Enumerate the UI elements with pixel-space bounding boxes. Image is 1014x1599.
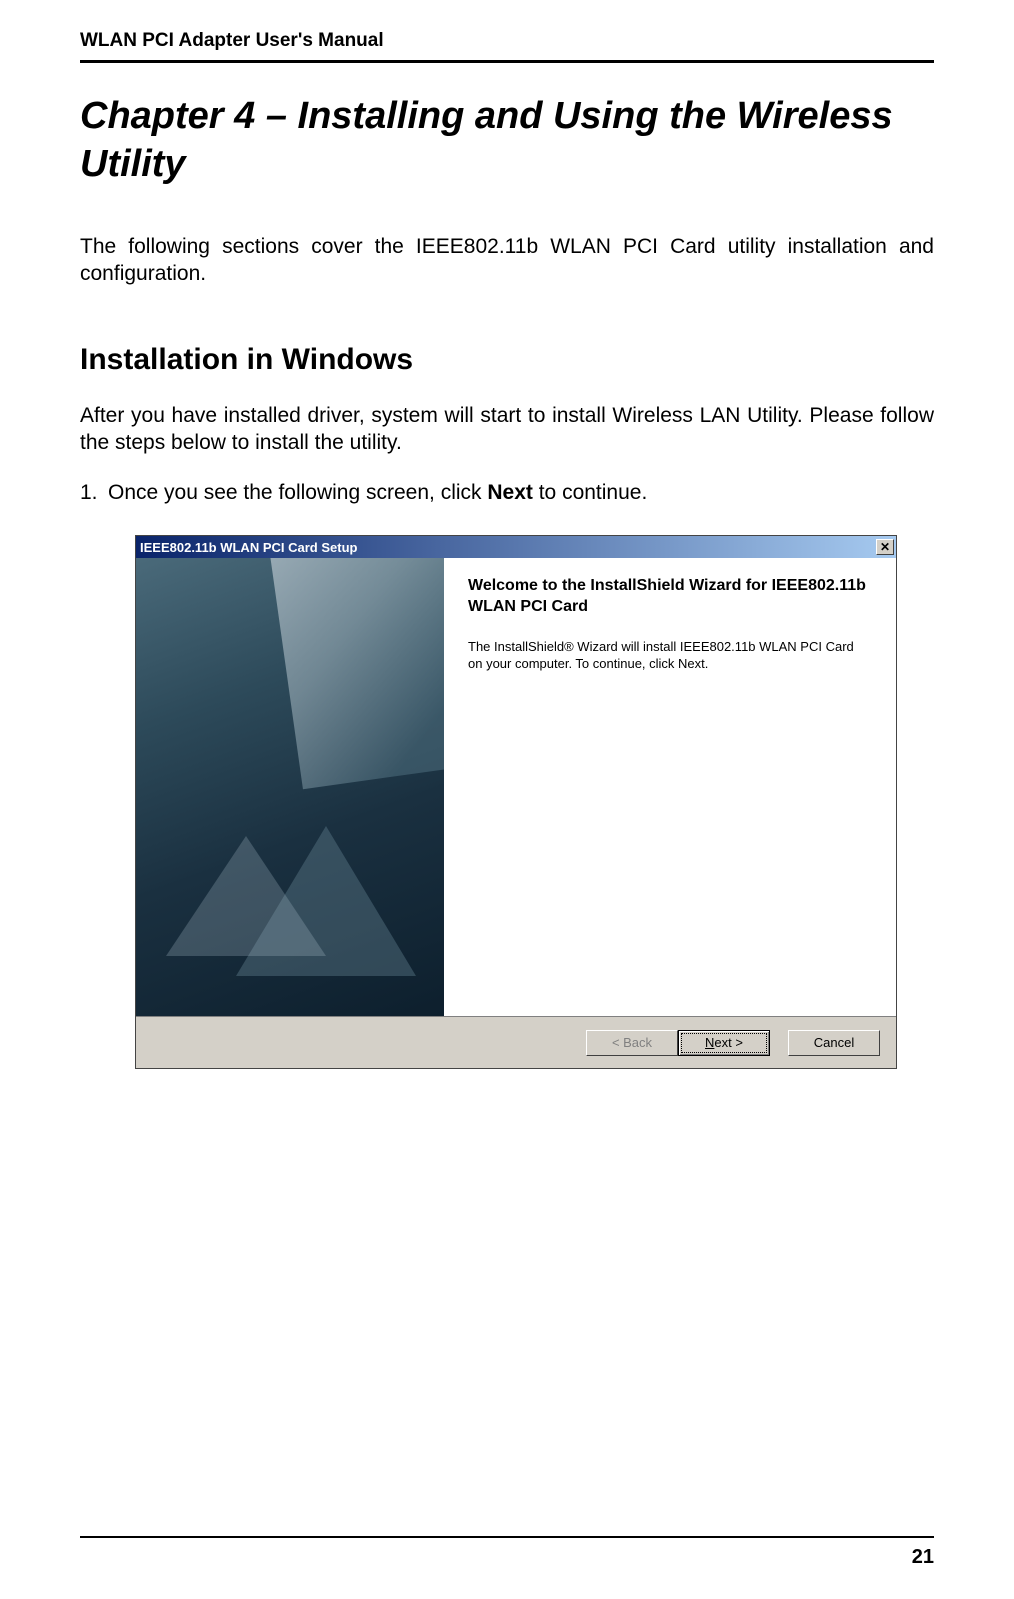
back-button: < Back <box>586 1030 678 1056</box>
welcome-body: The InstallShield® Wizard will install I… <box>468 638 868 673</box>
wizard-sidebar-image <box>136 558 444 1016</box>
next-button[interactable]: Next > <box>678 1030 770 1056</box>
install-wizard-window: IEEE802.11b WLAN PCI Card Setup ✕ Welcom… <box>135 535 897 1069</box>
close-button[interactable]: ✕ <box>876 539 894 555</box>
footer-divider <box>80 1536 934 1538</box>
wizard-footer: < Back Next > Cancel <box>136 1016 896 1068</box>
close-icon: ✕ <box>880 541 890 553</box>
wizard-body: Welcome to the InstallShield Wizard for … <box>136 558 896 1016</box>
step-number: 1. <box>80 481 98 505</box>
step-1: 1. Once you see the following screen, cl… <box>80 481 934 505</box>
step-bold: Next <box>487 481 533 504</box>
section-heading: Installation in Windows <box>80 343 934 377</box>
chapter-intro: The following sections cover the IEEE802… <box>80 233 934 288</box>
chapter-title: Chapter 4 – Installing and Using the Wir… <box>80 93 934 188</box>
cancel-button[interactable]: Cancel <box>788 1030 880 1056</box>
next-button-label: Next > <box>705 1035 743 1050</box>
page-number: 21 <box>80 1546 934 1569</box>
manual-title: WLAN PCI Adapter User's Manual <box>80 30 934 52</box>
wizard-content: Welcome to the InstallShield Wizard for … <box>444 558 896 1016</box>
cancel-button-label: Cancel <box>814 1035 854 1050</box>
welcome-heading: Welcome to the InstallShield Wizard for … <box>468 576 868 618</box>
titlebar[interactable]: IEEE802.11b WLAN PCI Card Setup ✕ <box>136 536 896 558</box>
window-title: IEEE802.11b WLAN PCI Card Setup <box>140 540 357 555</box>
header-divider <box>80 60 934 63</box>
back-button-label: < Back <box>612 1035 652 1050</box>
step-text-after: to continue. <box>533 481 647 504</box>
section-body: After you have installed driver, system … <box>80 402 934 457</box>
step-text-before: Once you see the following screen, click <box>108 481 487 504</box>
